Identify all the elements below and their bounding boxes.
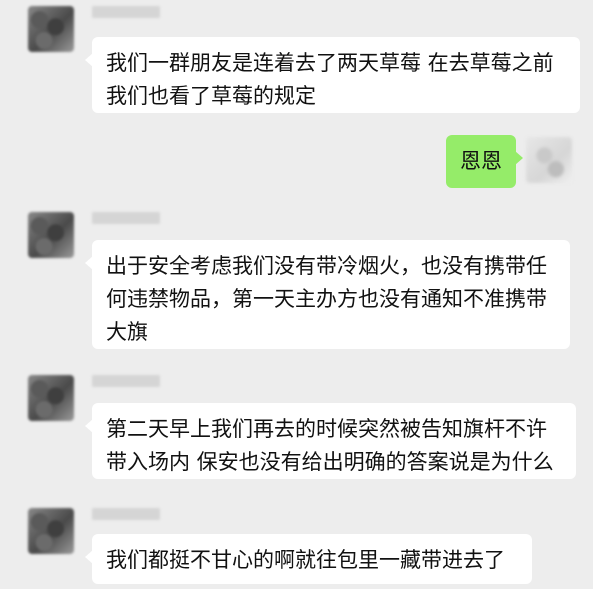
message-text-line: 我们都挺不甘心的啊就往包里一藏带进去了 bbox=[106, 548, 505, 572]
message-text-line: 大旗 bbox=[106, 320, 148, 344]
sender-name bbox=[92, 212, 160, 224]
avatar[interactable] bbox=[526, 137, 572, 183]
message-bubble[interactable]: 恩恩 bbox=[446, 135, 523, 188]
avatar[interactable] bbox=[28, 6, 74, 52]
sender-name bbox=[92, 375, 160, 387]
avatar[interactable] bbox=[28, 375, 74, 421]
message-text-line: 何违禁物品，第一天主办方也没有通知不准携带 bbox=[106, 287, 547, 311]
message-bubble[interactable]: 我们都挺不甘心的啊就往包里一藏带进去了 bbox=[85, 534, 532, 584]
message-bubble[interactable]: 我们一群朋友是连着去了两天草莓 在去草莓之前 我们也看了草莓的规定 bbox=[85, 37, 580, 113]
message-text-line: 第二天早上我们再去的时候突然被告知旗杆不许 bbox=[106, 417, 547, 441]
message-text-line: 我们也看了草莓的规定 bbox=[106, 84, 316, 108]
message-text-line: 出于安全考虑我们没有带冷烟火，也没有携带任 bbox=[106, 254, 547, 278]
sender-name bbox=[92, 6, 160, 18]
message-bubble[interactable]: 第二天早上我们再去的时候突然被告知旗杆不许 带入场内 保安也没有给出明确的答案说… bbox=[85, 403, 576, 479]
message-text-line: 我们一群朋友是连着去了两天草莓 在去草莓之前 bbox=[106, 51, 554, 75]
message-bubble[interactable]: 出于安全考虑我们没有带冷烟火，也没有携带任 何违禁物品，第一天主办方也没有通知不… bbox=[85, 240, 570, 349]
avatar[interactable] bbox=[28, 508, 74, 554]
message-text-line: 恩恩 bbox=[460, 149, 502, 173]
sender-name bbox=[92, 508, 160, 520]
message-text-line: 带入场内 保安也没有给出明确的答案说是为什么 bbox=[106, 450, 554, 474]
avatar[interactable] bbox=[28, 212, 74, 258]
